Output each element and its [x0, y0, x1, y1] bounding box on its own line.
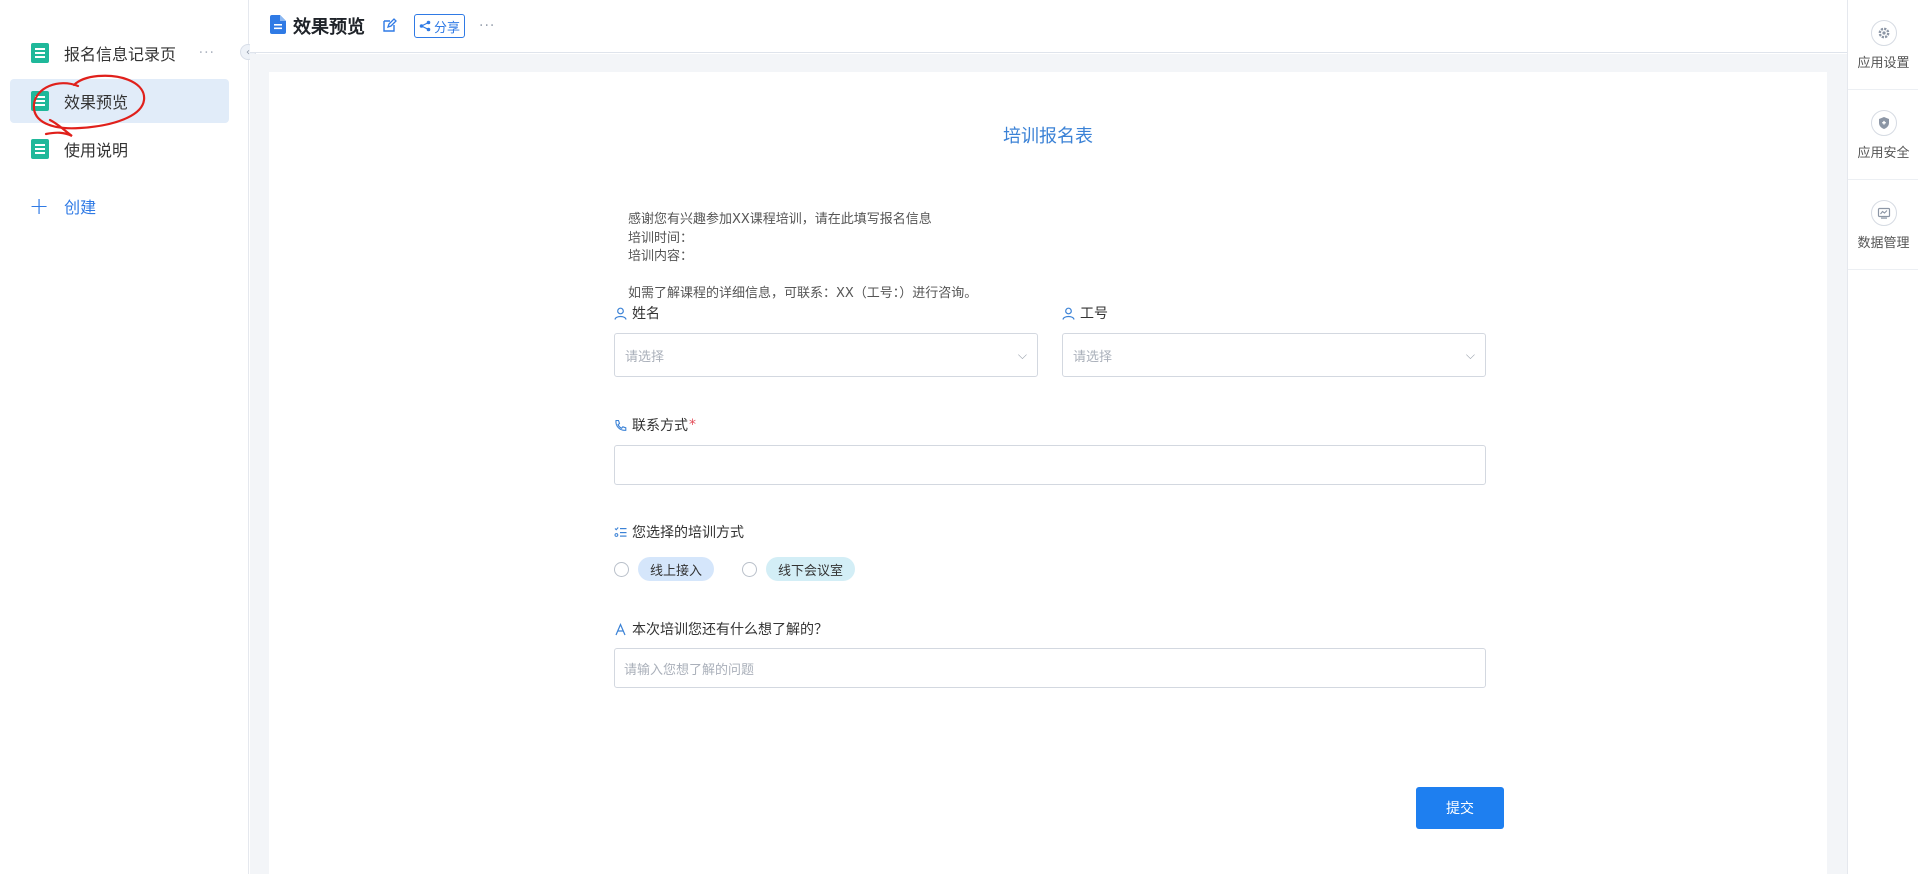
question-label-text: 本次培训您还有什么想了解的？ — [632, 622, 828, 638]
right-panel: 应用设置 应用安全 数据管理 — [1847, 0, 1918, 874]
contact-label: 联系方式 * — [614, 415, 696, 435]
chevron-down-icon: ⌵ — [1465, 347, 1475, 362]
gear-icon — [1870, 20, 1897, 46]
name-select[interactable]: 请选择 ⌵ — [614, 333, 1038, 377]
contact-input[interactable] — [614, 445, 1486, 485]
question-label: 本次培训您还有什么想了解的？ — [614, 619, 828, 639]
radio-tag-offline: 线下会议室 — [766, 557, 856, 581]
intro-line: 感谢您有兴趣参加XX课程培训，请在此填写报名信息 — [628, 212, 932, 227]
phone-icon — [615, 419, 627, 431]
app-settings-label: 应用设置 — [1857, 56, 1910, 71]
training-method-label: 您选择的培训方式 — [614, 522, 744, 542]
page-title: 效果预览 — [293, 17, 365, 38]
radio-online[interactable]: 线上接入 — [614, 557, 715, 581]
intro-line — [628, 267, 977, 286]
name-label: 姓名 — [614, 303, 660, 323]
person-icon — [1062, 307, 1075, 320]
document-icon — [31, 139, 49, 159]
sidebar-item-label: 使用说明 — [64, 141, 129, 160]
question-input-placeholder: 请输入您想了解的问题 — [624, 662, 755, 678]
form-intro: 感谢您有兴趣参加XX课程培训，请在此填写报名信息 培训时间： 培训内容： 如需了… — [628, 211, 977, 304]
employee-id-select-placeholder: 请选择 — [1073, 349, 1113, 365]
radio-tag-online: 线上接入 — [638, 557, 715, 581]
sidebar-item-preview[interactable]: 效果预览 — [10, 79, 229, 123]
contact-label-text: 联系方式 — [632, 418, 688, 434]
data-management-button[interactable]: 数据管理 — [1848, 180, 1918, 270]
radio-offline[interactable]: 线下会议室 — [742, 557, 856, 581]
intro-line: 培训内容： — [628, 249, 694, 264]
radio-circle[interactable] — [742, 561, 757, 577]
more-icon[interactable]: ··· — [199, 45, 215, 61]
share-icon — [419, 20, 431, 32]
submit-button[interactable]: 提交 — [1416, 787, 1504, 829]
app-settings-button[interactable]: 应用设置 — [1848, 0, 1918, 90]
intro-line: 培训时间： — [628, 230, 694, 246]
sidebar-item-signup-records[interactable]: 报名信息记录页 ··· — [10, 31, 229, 75]
sidebar-item-label: 报名信息记录页 — [64, 45, 177, 64]
intro-line: 如需了解课程的详细信息，可联系：XX（工号：）进行咨询。 — [628, 286, 978, 301]
shield-icon — [1870, 110, 1897, 136]
form-card: 培训报名表 感谢您有兴趣参加XX课程培训，请在此填写报名信息 培训时间： 培训内… — [269, 72, 1827, 892]
form-title: 培训报名表 — [1003, 126, 1093, 147]
name-label-text: 姓名 — [632, 306, 660, 322]
employee-id-label: 工号 — [1062, 303, 1108, 323]
data-icon — [1870, 200, 1897, 226]
document-icon — [31, 43, 49, 63]
sidebar-item-instructions[interactable]: 使用说明 — [10, 127, 229, 171]
app-security-button[interactable]: 应用安全 — [1848, 90, 1918, 180]
app-security-label: 应用安全 — [1857, 146, 1910, 161]
main-content: 培训报名表 感谢您有兴趣参加XX课程培训，请在此填写报名信息 培训时间： 培训内… — [250, 54, 1847, 892]
training-method-label-text: 您选择的培训方式 — [632, 525, 744, 541]
question-input[interactable]: 请输入您想了解的问题 — [614, 648, 1486, 688]
create-label: 创建 — [64, 198, 97, 217]
checklist-icon — [614, 526, 627, 537]
data-management-label: 数据管理 — [1857, 236, 1910, 251]
chevron-down-icon: ⌵ — [1017, 347, 1027, 362]
share-button[interactable]: 分享 — [414, 14, 466, 38]
sidebar: 报名信息记录页 ··· 效果预览 使用说明 + 创建 — [0, 0, 249, 874]
share-label: 分享 — [434, 20, 461, 36]
employee-id-select[interactable]: 请选择 ⌵ — [1062, 333, 1486, 377]
employee-id-label-text: 工号 — [1080, 306, 1108, 322]
create-button[interactable]: + 创建 — [0, 186, 249, 226]
sidebar-item-label: 效果预览 — [64, 93, 129, 112]
radio-circle[interactable] — [614, 561, 629, 577]
required-marker: * — [689, 417, 696, 433]
document-icon — [270, 14, 286, 38]
page-header: 效果预览 分享 ··· — [250, 0, 1847, 53]
person-icon — [614, 307, 627, 320]
name-select-placeholder: 请选择 — [625, 349, 665, 365]
document-icon — [31, 91, 49, 111]
more-icon[interactable]: ··· — [479, 18, 495, 34]
edit-icon[interactable] — [381, 18, 397, 34]
text-icon — [615, 622, 626, 635]
plus-icon: + — [29, 192, 50, 220]
